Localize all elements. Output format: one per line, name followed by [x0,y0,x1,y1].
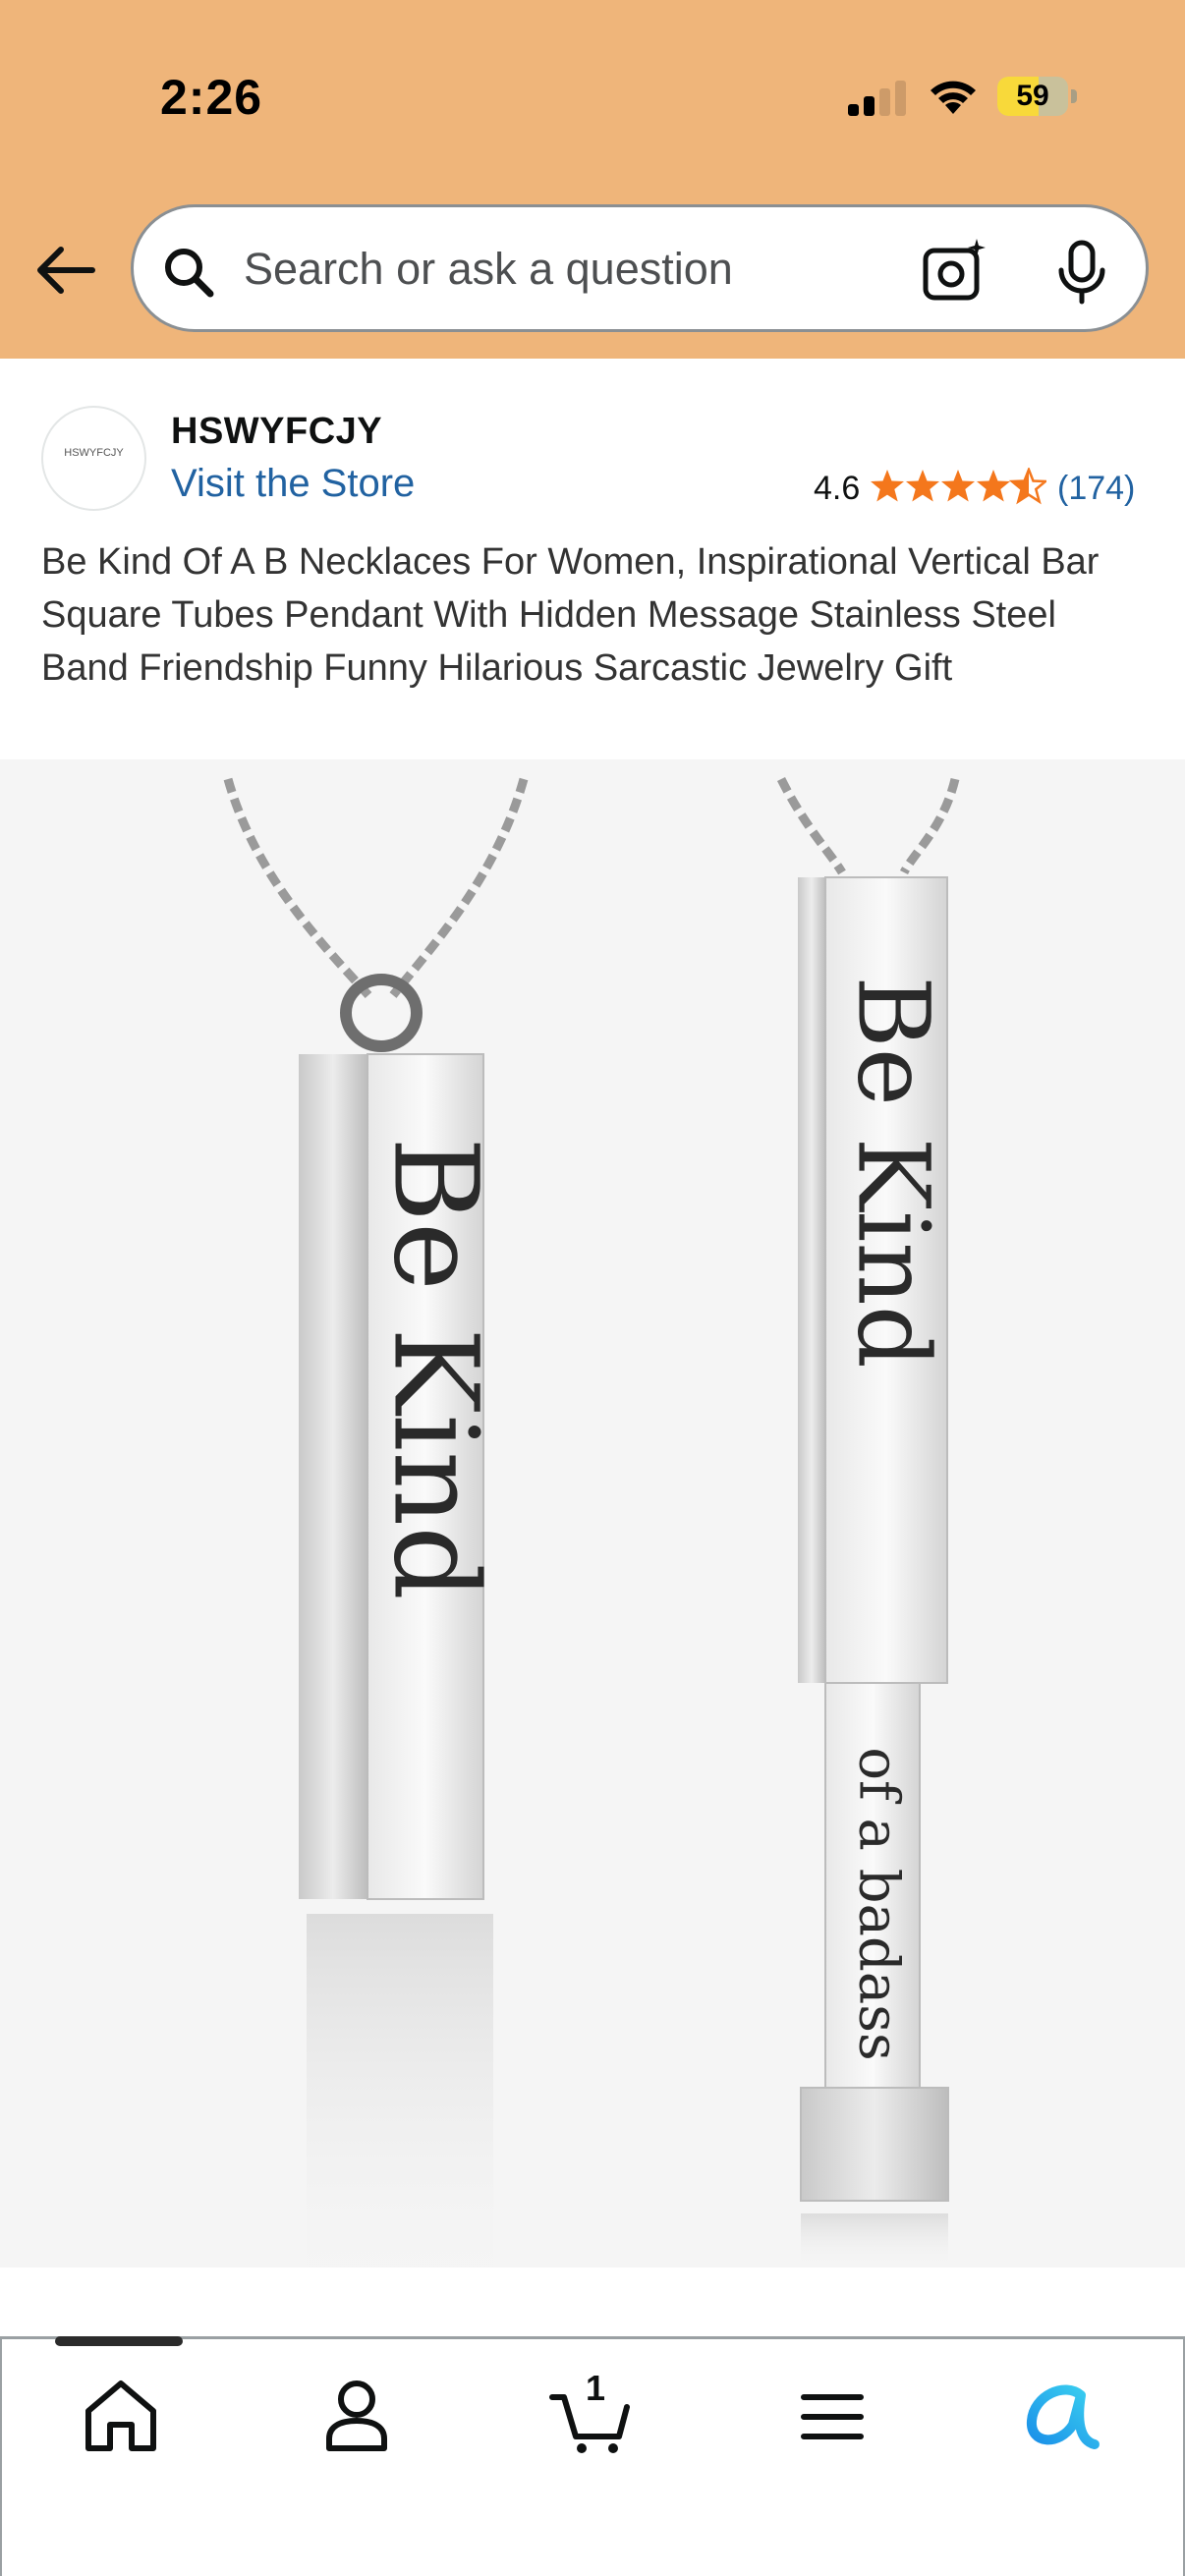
left-chain-strand [389,777,529,998]
right-end-cap [800,2087,949,2202]
rating-count[interactable]: (174) [1057,470,1135,508]
right-chain-strand [899,777,960,875]
camera-lens-icon[interactable] [920,237,988,306]
necklace-illustration: Be Kind Be Kind of a badass [223,776,960,2307]
product-title: Be Kind Of A B Necklaces For Women, Insp… [41,541,1100,689]
right-engraving-top: Be Kind [835,976,950,1369]
cart-count-badge: 1 [586,2368,606,2408]
left-chain-strand [223,777,372,999]
brand-name: HSWYFCJY [171,411,383,452]
battery-body: 59 [997,77,1068,116]
status-time: 2:26 [160,70,263,125]
left-engraving: Be Kind [367,1137,503,1599]
right-bar-side [798,877,825,1683]
home-icon[interactable] [77,2376,165,2454]
left-bar-reflection [307,1914,493,2307]
search-input[interactable] [244,239,853,300]
seller-logo-text: HSWYFCJY [64,447,124,459]
seller-logo[interactable]: HSWYFCJY [41,406,146,511]
left-bail-ring [340,974,423,1052]
right-chain-strand [776,776,846,875]
microphone-icon[interactable] [1052,239,1111,308]
rufus-ai-icon[interactable] [1020,2376,1108,2454]
product-image[interactable]: Be Kind Be Kind of a badass [0,759,1185,2307]
left-bar-side [299,1054,367,1899]
arrow-left-icon[interactable] [31,236,100,305]
wifi-icon [931,81,976,114]
search-bar[interactable] [131,204,1149,332]
search-icon [165,249,214,298]
right-bar-reflection [801,2213,948,2268]
star-rating-icon[interactable] [870,468,1046,507]
cart-button[interactable]: 1 [548,2368,637,2454]
person-icon[interactable] [312,2376,401,2454]
app-header: 2:26 59 [0,0,1185,359]
bottom-nav: 1 [0,2336,1185,2576]
battery-cap [1071,89,1077,103]
hamburger-menu-icon[interactable] [788,2376,876,2454]
tab-indicator [55,2336,183,2346]
right-engraving-bottom: of a badass [847,1747,911,2060]
battery-percent: 59 [1016,80,1049,112]
cellular-signal-icon [848,81,906,116]
visit-store-link[interactable]: Visit the Store [171,462,415,506]
rating-value: 4.6 [814,470,861,507]
image-carousel-footer [0,2268,1185,2336]
battery-indicator: 59 [997,77,1078,116]
